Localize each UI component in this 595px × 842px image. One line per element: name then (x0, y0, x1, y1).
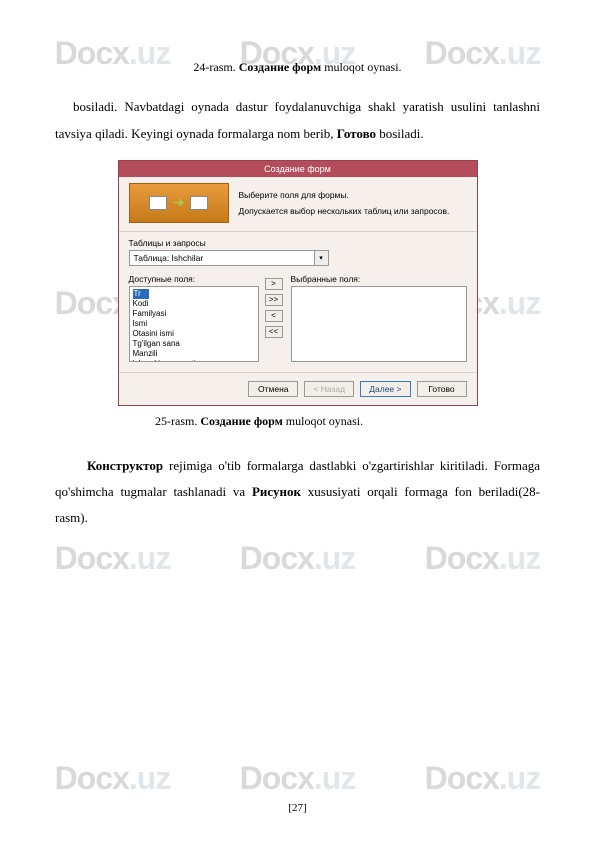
move-all-left-button[interactable]: << (265, 326, 283, 338)
paragraph-2: Конструктор rejimiga o'tib formalarga da… (55, 453, 540, 531)
selected-fields-label: Выбранные поля: (291, 274, 467, 284)
list-item[interactable]: Ishga kirgan vaqti (133, 359, 255, 362)
available-fields-label: Доступные поля: (129, 274, 259, 284)
create-forms-dialog: Создание форм ➔ Выберите поля для формы.… (118, 160, 478, 406)
combo-value: Таблица: Ishchilar (130, 251, 314, 265)
dialog-header-area: ➔ Выберите поля для формы. Допускается в… (119, 177, 477, 232)
chevron-down-icon[interactable]: ▾ (314, 251, 328, 265)
dialog-titlebar: Создание форм (119, 161, 477, 177)
tables-combobox[interactable]: Таблица: Ishchilar ▾ (129, 250, 329, 266)
watermark: Docx.uz (240, 760, 356, 797)
wizard-graphic-icon: ➔ (129, 183, 229, 223)
watermark: Docx.uz (425, 760, 541, 797)
available-fields-listbox[interactable]: Tr Kodi Familyasi Ismi Otasini ismi Tg'i… (129, 286, 259, 362)
dialog-screenshot: Создание форм ➔ Выберите поля для формы.… (55, 160, 540, 406)
figure-caption-24: 24-rasm. Создание форм muloqot oynasi. (55, 60, 540, 75)
list-item[interactable]: Kodi (133, 299, 255, 309)
tables-queries-label: Таблицы и запросы (129, 238, 467, 248)
page-number: [27] (0, 802, 595, 814)
watermark: Docx.uz (55, 760, 171, 797)
list-item[interactable]: Manzili (133, 349, 255, 359)
dialog-body: Таблицы и запросы Таблица: Ishchilar ▾ Д… (119, 232, 477, 372)
figure-caption-25: 25-rasm. Создание форм muloqot oynasi. (155, 414, 540, 429)
field-move-buttons: > >> < << (265, 274, 285, 362)
page-content: 24-rasm. Создание форм muloqot oynasi. b… (0, 0, 595, 575)
move-left-button[interactable]: < (265, 310, 283, 322)
finish-button[interactable]: Готово (417, 381, 467, 397)
list-item[interactable]: Tr (133, 289, 149, 299)
watermark-row: Docx.uz Docx.uz Docx.uz (0, 760, 595, 797)
cancel-button[interactable]: Отмена (248, 381, 298, 397)
instruction-line-1: Выберите поля для формы. (239, 190, 467, 200)
instruction-line-2: Допускается выбор нескольких таблиц или … (239, 206, 467, 216)
list-item[interactable]: Otasini ismi (133, 329, 255, 339)
dialog-instructions: Выберите поля для формы. Допускается выб… (229, 183, 467, 223)
back-button[interactable]: < Назад (304, 381, 354, 397)
dialog-footer: Отмена < Назад Далее > Готово (119, 372, 477, 405)
move-right-button[interactable]: > (265, 278, 283, 290)
next-button[interactable]: Далее > (360, 381, 410, 397)
selected-fields-listbox[interactable] (291, 286, 467, 362)
list-item[interactable]: Ismi (133, 319, 255, 329)
move-all-right-button[interactable]: >> (265, 294, 283, 306)
list-item[interactable]: Familyasi (133, 309, 255, 319)
list-item[interactable]: Tg'ilgan sana (133, 339, 255, 349)
paragraph-1: bosiladi. Navbatdagi oynada dastur foyda… (55, 93, 540, 148)
